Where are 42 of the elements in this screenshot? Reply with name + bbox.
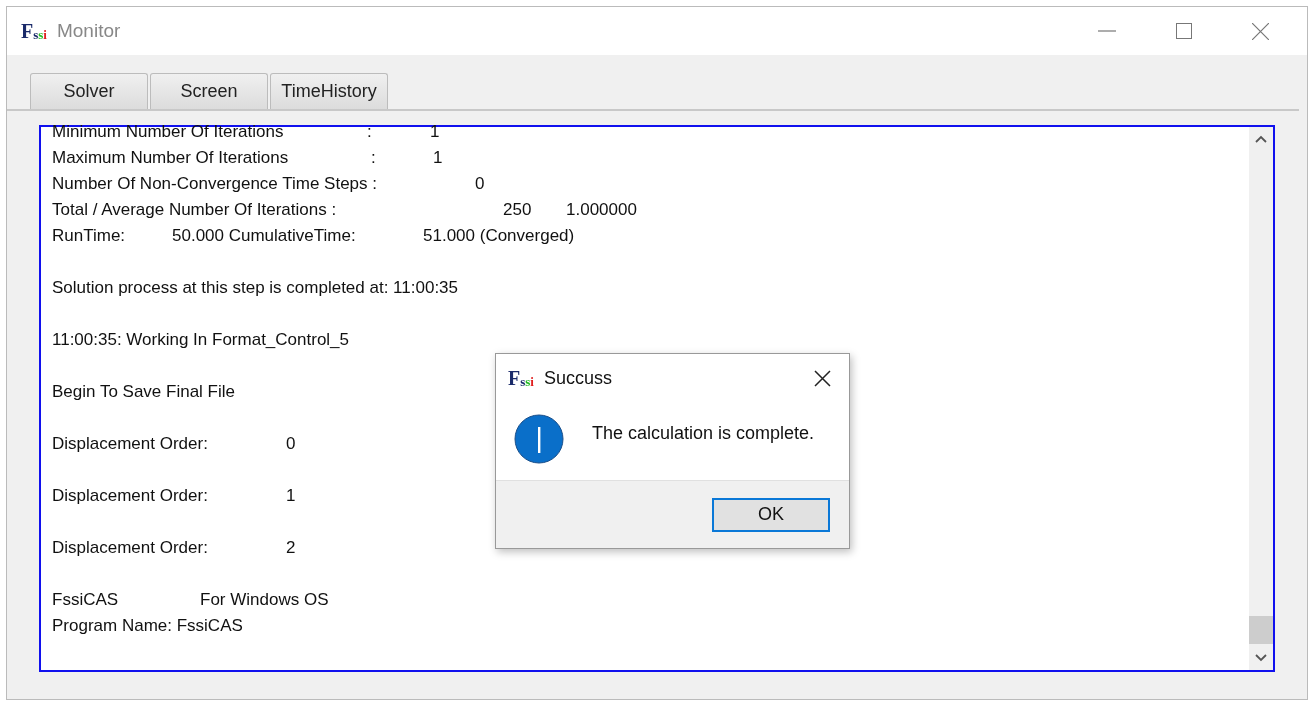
log-text: Begin To Save Final File [52,382,235,401]
window-title: Monitor [56,20,121,42]
tab[interactable]: Solver [30,73,148,109]
log-text: 1.000000 [566,200,637,219]
scroll-down-icon[interactable] [1255,654,1267,662]
info-icon [514,414,564,464]
log-text: 50.000 CumulativeTime: [172,226,356,245]
close-icon[interactable] [814,369,831,387]
log-text: Minimum Number Of Iterations [52,122,284,141]
log-text: Displacement Order: [52,538,208,557]
log-text: Solution process at this step is completed at: 11:00:35 [52,278,459,297]
log-text: 0 [475,174,485,193]
log-text: : [367,122,372,141]
maximize-icon[interactable] [1176,23,1192,39]
log-text: Program Name: FssiCAS [52,616,243,635]
log-text: Displacement Order: [52,486,208,505]
log-text: : [371,148,376,167]
tab[interactable]: TimeHistory [270,73,388,109]
log-text: Displacement Order: [52,434,208,453]
dialog-message: The calculation is complete. [592,423,815,444]
log-text: 0 [286,434,296,453]
app-logo: Fssi [21,21,47,41]
scroll-up-icon[interactable] [1255,135,1267,143]
log-text: Number Of Non-Convergence Time Steps : [52,174,378,193]
scrollbar[interactable] [1249,127,1273,670]
tab[interactable]: Screen [150,73,268,109]
log-text: 11:00:35: Working In Format_Control_5 [52,330,350,349]
log-text: 2 [286,538,296,557]
log-text: 51.000 (Converged) [423,226,575,245]
log-text: FssiCAS [52,590,119,609]
log-text: For Windows OS [200,590,329,609]
log-text: Maximum Number Of Iterations [52,148,289,167]
log-text: Total / Average Number Of Iterations : [52,200,337,219]
app-logo: Fssi [508,368,534,388]
scrollbar-thumb[interactable] [1249,616,1273,644]
log-text: RunTime: [52,226,126,245]
log-text: 250 [503,200,532,219]
log-text: 1 [286,486,296,505]
ok-button[interactable]: OK [712,497,830,532]
dialog-title: Succuss [543,367,612,389]
log-text: 1 [433,148,443,167]
log-text: 1 [430,122,440,141]
